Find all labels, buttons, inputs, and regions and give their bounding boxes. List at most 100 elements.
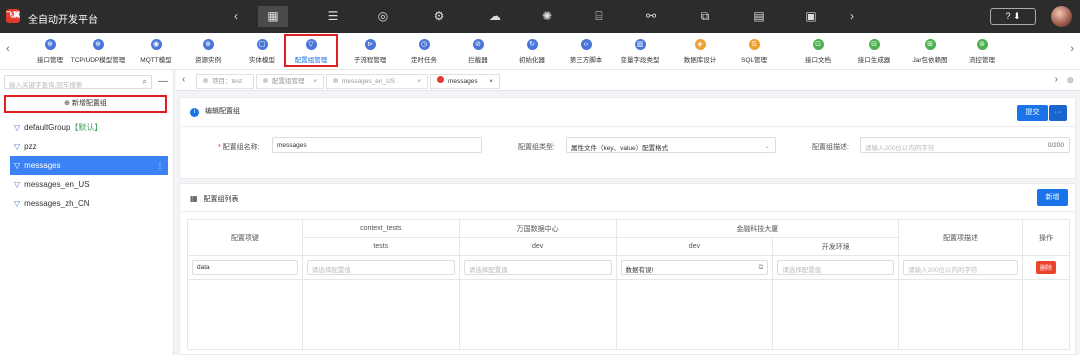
- group-list-card: ▦ 配置组列表 新增 配置项键 context_tests 万国数据中心 金融科…: [179, 183, 1076, 355]
- filter-icon: ▽: [14, 199, 21, 208]
- ribbon-icon: ◈: [694, 39, 706, 50]
- ribbon-item-15[interactable]: ⊟ 接口生成器: [842, 36, 906, 64]
- group-type-select[interactable]: 属性文件（key、value）配置格式 ⌄: [566, 137, 776, 153]
- col-header-group-2: 万国数据中心: [458, 219, 617, 238]
- tab-0[interactable]: 项目：test: [196, 74, 254, 89]
- close-icon[interactable]: ×: [313, 75, 317, 88]
- col-header-desc: 配置项描述: [898, 219, 1023, 256]
- name-field-label: * 配置组名称:: [218, 144, 260, 151]
- value-select-2[interactable]: 请选择配置值: [463, 260, 612, 275]
- close-icon[interactable]: ×: [489, 75, 493, 88]
- help-download-button[interactable]: ? ⬇: [990, 8, 1036, 25]
- app-title: 全自动开发平台: [28, 15, 98, 26]
- tab-status-dot: [437, 76, 444, 83]
- sidebar: 输入关键字查询,回车搜索 ⌕ — ⊕ 新增配置组 ▽ defaultGroup【默…: [0, 70, 174, 355]
- edit-group-card: i 编辑配置组 提交 ··· * 配置组名称: messages 配置组类型: …: [179, 97, 1076, 179]
- tab-nav-left[interactable]: ‹: [182, 74, 185, 85]
- ribbon-item-label: SQL管理: [740, 57, 767, 64]
- tab-label: messages: [448, 78, 478, 85]
- ribbon-item-label: 接口文档: [805, 57, 831, 64]
- edit-card-header: i 编辑配置组: [190, 106, 240, 117]
- item-desc-input[interactable]: 请输入200位以内的字符: [903, 260, 1018, 275]
- ribbon-item-17[interactable]: ⊚ 流控管理: [950, 36, 1014, 64]
- tree-item[interactable]: ▽ messages ⋮: [10, 156, 168, 175]
- tree-item[interactable]: ▽ messages_zh_CN: [10, 194, 168, 213]
- close-all-tabs-icon[interactable]: ⊗: [1066, 75, 1074, 86]
- tab-1[interactable]: 配置组管理 ×: [256, 74, 324, 89]
- collapse-icon[interactable]: —: [158, 76, 168, 87]
- search-icon[interactable]: ⌕: [143, 77, 147, 87]
- tab-2[interactable]: messages_en_US ×: [326, 74, 428, 89]
- ribbon-item-13[interactable]: S SQL管理: [722, 36, 786, 64]
- ribbon-item-label: 配置组管理: [294, 57, 328, 64]
- dashboard-icon[interactable]: ▦: [258, 6, 288, 27]
- value-select-1[interactable]: 请选择配置值: [306, 260, 455, 275]
- ribbon-left-arrow[interactable]: ‹: [6, 43, 10, 55]
- type-field-label: 配置组类型:: [518, 144, 555, 151]
- more-button[interactable]: ···: [1049, 105, 1067, 121]
- group-desc-input[interactable]: 请输入200位以内的字符 0/200: [860, 137, 1070, 153]
- feature-ribbon: ‹ ⊕ 接口管理 ⊕ TCP/UDP模型管理 ◉ MQTT模型 ⊗ 资源实例 ▢ 实体模型 ▽ 配置组…: [0, 33, 1080, 70]
- value-select-4[interactable]: 请选择配置值: [777, 260, 895, 275]
- default-tag: 【默认】: [70, 123, 103, 132]
- ribbon-icon: ⊕: [92, 39, 104, 50]
- settings-box-icon[interactable]: ▣: [796, 6, 826, 27]
- filter-icon: ▽: [14, 142, 21, 151]
- ribbon-icon: ⊟: [868, 39, 880, 50]
- tree-item[interactable]: ▽ messages_en_US: [10, 175, 168, 194]
- top-nav-right-button[interactable]: ›: [840, 6, 864, 27]
- group-name-input[interactable]: messages: [272, 137, 482, 153]
- openai-icon[interactable]: ✺: [532, 6, 562, 27]
- submit-button[interactable]: 提交: [1017, 105, 1048, 121]
- tab-bar: ‹ 项目：test 配置组管理 × messages_en_US × messages × …: [176, 70, 1080, 91]
- more-vert-icon[interactable]: ⋮: [156, 156, 164, 175]
- value-select-3[interactable]: 数据有误! ⧉: [620, 260, 769, 275]
- ribbon-icon: ‹›: [580, 39, 592, 50]
- config-table: 配置项键 context_tests 万国数据中心 金融科技大厦 配置项描述 操…: [187, 219, 1070, 350]
- ribbon-icon: ▢: [256, 39, 268, 50]
- copy-icon[interactable]: ⧉: [759, 264, 764, 272]
- divider: [180, 126, 1075, 127]
- table-row: data 请选择配置值 请选择配置值 数据有误! ⧉ 请选择配置值 请输入200位…: [187, 255, 1070, 280]
- ribbon-icon: ⊗: [202, 39, 214, 50]
- ribbon-item-1[interactable]: ⊕ TCP/UDP模型管理: [66, 36, 130, 64]
- tab-status-dot: [203, 78, 208, 83]
- copy-icon[interactable]: ⧉: [690, 6, 720, 27]
- tree-item-label: pzz: [24, 142, 37, 151]
- tab-nav-right[interactable]: ›: [1055, 74, 1058, 85]
- col-header-group-3: 金融科技大厦: [615, 219, 900, 238]
- ribbon-item-5[interactable]: ▽ 配置组管理: [284, 34, 338, 67]
- search-placeholder: 输入关键字查询,回车搜索: [9, 82, 83, 89]
- ribbon-item-14[interactable]: ⊡ 接口文档: [786, 36, 850, 64]
- ribbon-right-arrow[interactable]: ›: [1070, 43, 1074, 55]
- tree-item-label: defaultGroup: [24, 123, 71, 132]
- cloud-icon[interactable]: ☁: [480, 6, 510, 27]
- gear-icon[interactable]: ⚙: [424, 6, 454, 27]
- clipboard-icon[interactable]: ▤: [744, 6, 774, 27]
- ribbon-icon: ⊚: [976, 39, 988, 50]
- tree-item[interactable]: ▽ pzz: [10, 137, 168, 156]
- tab-3[interactable]: messages ×: [430, 74, 500, 89]
- ribbon-icon: ⊳: [364, 39, 376, 50]
- code-box-icon[interactable]: ⌸: [584, 6, 614, 27]
- delete-button[interactable]: 删除: [1035, 261, 1056, 274]
- tab-status-dot: [263, 78, 268, 83]
- new-item-button[interactable]: 新增: [1037, 189, 1068, 206]
- ribbon-item-label: 变量字段类型: [620, 57, 660, 64]
- app-logo: 飞翼: [6, 9, 20, 23]
- list-icon[interactable]: ☰: [318, 6, 348, 27]
- table-empty-row: [187, 279, 1070, 350]
- key-input[interactable]: data: [192, 260, 298, 275]
- list-card-header: ▦ 配置组列表: [190, 194, 239, 204]
- ribbon-item-label: 接口生成器: [857, 57, 891, 64]
- col-header-group-1: context_tests: [301, 219, 460, 238]
- ribbon-item-11[interactable]: ▥ 变量字段类型: [608, 36, 672, 64]
- target-icon[interactable]: ◎: [368, 6, 398, 27]
- top-nav-left-button[interactable]: ‹: [224, 6, 248, 27]
- avatar[interactable]: [1051, 6, 1072, 27]
- close-icon[interactable]: ×: [417, 75, 421, 88]
- search-input[interactable]: 输入关键字查询,回车搜索 ⌕: [4, 75, 152, 89]
- tree-item[interactable]: ▽ defaultGroup【默认】: [10, 118, 168, 137]
- new-group-button[interactable]: ⊕ 新增配置组: [4, 95, 167, 113]
- link-icon[interactable]: ⚯: [636, 6, 666, 27]
